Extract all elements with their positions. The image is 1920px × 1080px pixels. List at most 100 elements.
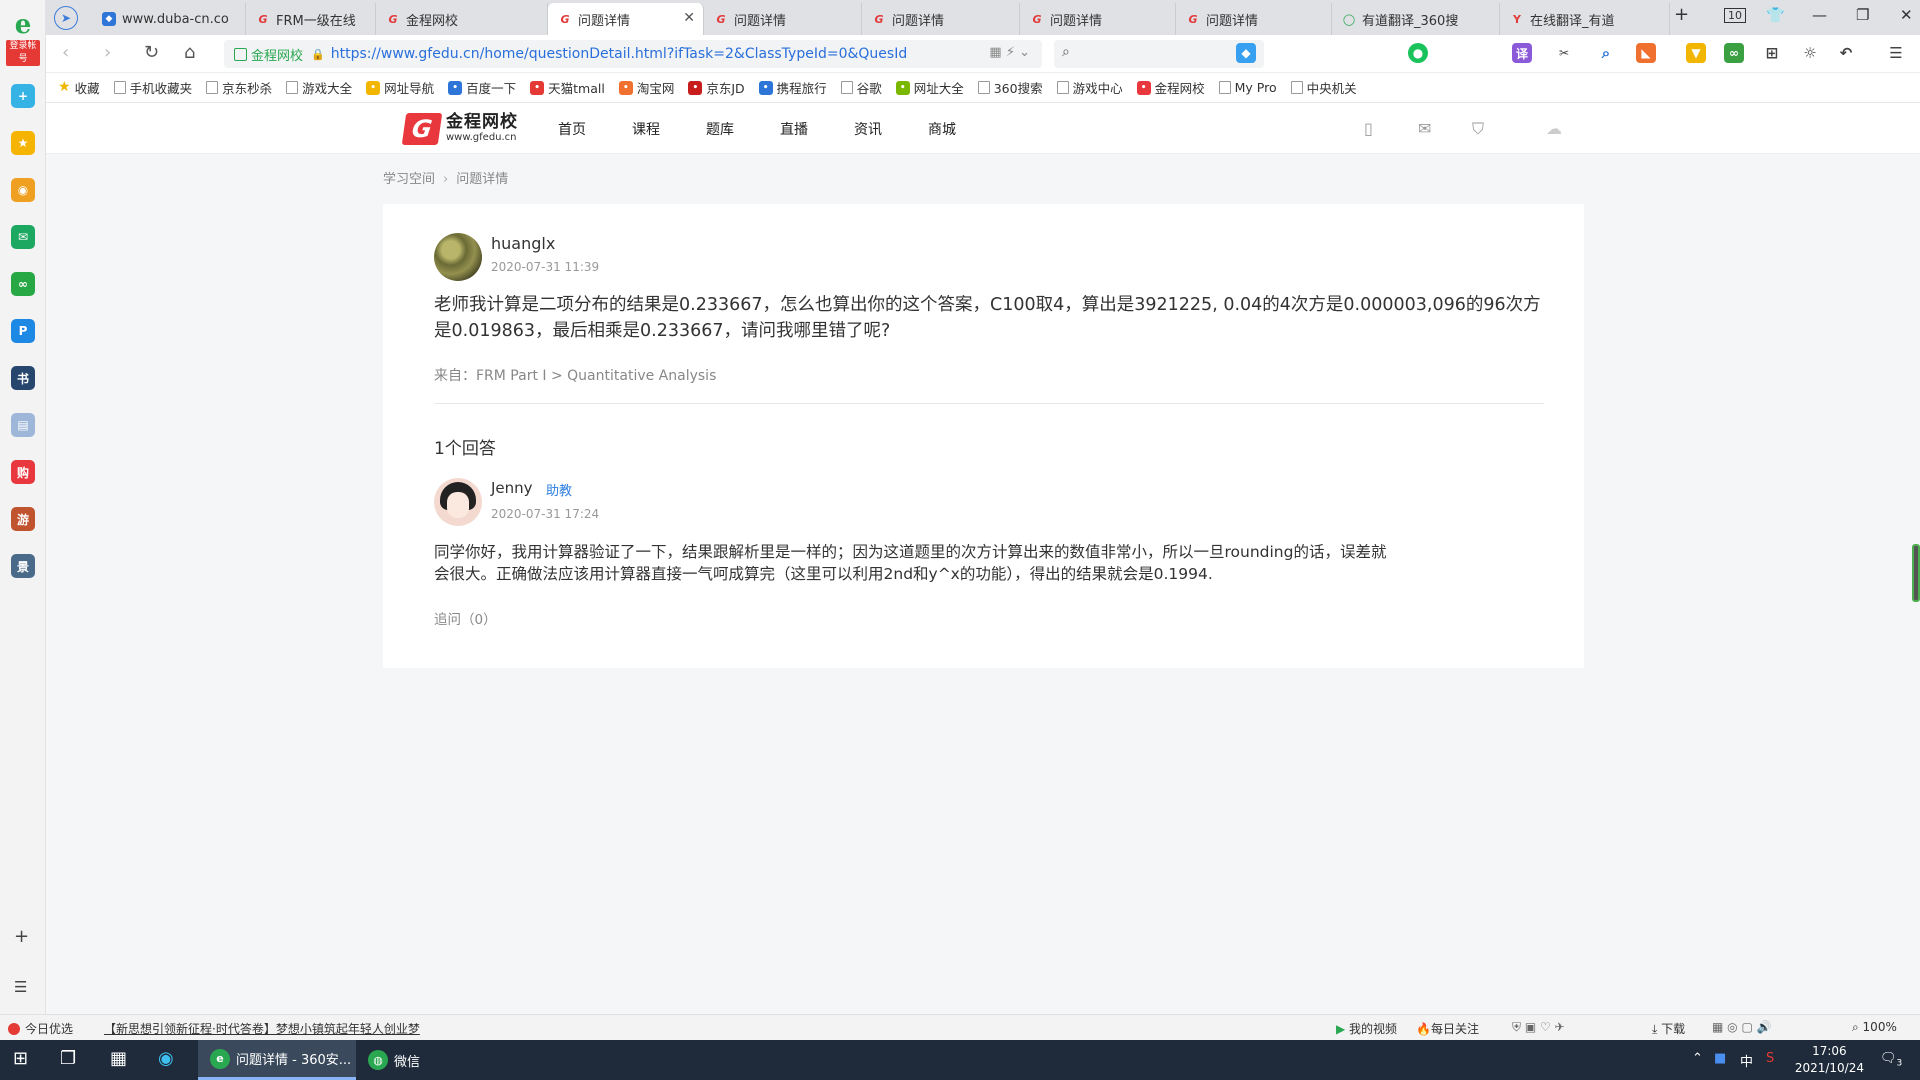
bookmark-item[interactable]: 360搜索	[977, 78, 1043, 97]
browser-tab[interactable]: G FRM一级在线	[246, 3, 376, 35]
browser-tab[interactable]: G 问题详情	[1020, 3, 1176, 35]
site-nav-item[interactable]: 题库	[706, 119, 734, 139]
my-videos-button[interactable]: ▶ 我的视频	[1336, 1020, 1397, 1037]
bookmark-item[interactable]: • 携程旅行	[758, 78, 827, 97]
bookmark-item[interactable]: • 京东JD	[688, 78, 745, 97]
followup-button[interactable]: 追问（0）	[434, 608, 497, 628]
add-sidebar-app-icon[interactable]: +	[14, 926, 29, 947]
cut-icon[interactable]: ✂	[1554, 43, 1574, 63]
user-avatar-icon[interactable]: ☁	[1546, 119, 1562, 138]
bookmark-item[interactable]: 手机收藏夹	[113, 78, 192, 97]
tab-count-button[interactable]: 10	[1724, 8, 1746, 23]
taskbar-app-browser[interactable]: e 问题详情 - 360安...	[198, 1040, 356, 1080]
login-account-button[interactable]: 登录帐号	[6, 40, 40, 66]
site-nav-item[interactable]: 商城	[928, 119, 956, 139]
book-app-icon[interactable]: 书	[11, 366, 35, 390]
answerer-avatar[interactable]	[434, 478, 482, 526]
search-input[interactable]: ⌕	[1054, 40, 1264, 68]
bookmark-item[interactable]: My Pro	[1218, 80, 1277, 95]
bookmark-item[interactable]: 中央机关	[1290, 78, 1357, 97]
scrollbar-thumb[interactable]	[1912, 544, 1920, 602]
zoom-level[interactable]: ⌕ 100%	[1852, 1020, 1897, 1035]
taskbar-app-wechat[interactable]: ◍ 微信	[356, 1040, 512, 1080]
translate-icon[interactable]: 译	[1512, 43, 1532, 63]
url-text[interactable]: https://www.gfedu.cn/home/questionDetail…	[331, 46, 906, 62]
apps-grid-icon[interactable]: ⊞	[1762, 43, 1782, 63]
undo-icon[interactable]: ↶	[1836, 43, 1856, 63]
notification-icon[interactable]: 🗨3	[1880, 1051, 1902, 1069]
vr-icon[interactable]: ∞	[1724, 43, 1744, 63]
browser-tab[interactable]: Y 在线翻译_有道	[1500, 3, 1670, 35]
asker-avatar[interactable]	[434, 233, 482, 281]
link-app-icon[interactable]: ∞	[11, 272, 35, 296]
game-app-icon[interactable]: 游	[11, 507, 35, 531]
home-button[interactable]: ⌂	[184, 42, 195, 63]
shirt-icon[interactable]: 👕	[1766, 6, 1785, 24]
news-ticker-link[interactable]: 【新思想引领新征程·时代答卷】梦想小镇筑起年轻人创业梦	[104, 1020, 420, 1037]
brightness-icon[interactable]: ☼	[1800, 43, 1820, 63]
bookmark-item[interactable]: 谷歌	[840, 78, 882, 97]
forward-button[interactable]: ›	[104, 42, 111, 63]
navigate-icon[interactable]: ➤	[54, 6, 78, 30]
weibo-app-icon[interactable]: ◉	[11, 178, 35, 202]
bookmark-item[interactable]: 游戏中心	[1056, 78, 1123, 97]
extension-icon[interactable]: ◆	[1236, 43, 1256, 63]
bookmark-item[interactable]: • 网址大全	[895, 78, 964, 97]
bookmark-item[interactable]: 京东秒杀	[206, 78, 272, 97]
green-status-icon[interactable]: ●	[1408, 43, 1428, 63]
red-app-icon[interactable]: 购	[11, 460, 35, 484]
bookmark-item[interactable]: • 淘宝网	[618, 78, 674, 97]
daily-follow-button[interactable]: 🔥每日关注	[1416, 1020, 1479, 1037]
bookmark-item[interactable]: • 百度一下	[448, 78, 516, 97]
breadcrumb-learning-space[interactable]: 学习空间	[383, 172, 435, 187]
reload-button[interactable]: ↻	[144, 42, 159, 63]
close-window-button[interactable]: ✕	[1900, 6, 1913, 24]
star-app-icon[interactable]: ★	[11, 131, 35, 155]
windows-start-icon[interactable]: ⊞	[13, 1048, 28, 1069]
site-nav-item[interactable]: 课程	[632, 119, 660, 139]
browser-tab[interactable]: G 金程网校	[376, 3, 548, 35]
today-picks-button[interactable]: 今日优选	[8, 1020, 73, 1037]
site-nav-item[interactable]: 直播	[780, 119, 808, 139]
browser-logo[interactable]: e 登录帐号	[6, 12, 40, 66]
site-identity-badge[interactable]: 金程网校	[234, 45, 303, 64]
browser-tab[interactable]: G 问题详情 ✕	[548, 3, 704, 35]
plus-app-icon[interactable]: +	[11, 84, 35, 108]
bookmark-item[interactable]: • 天猫tmall	[530, 78, 605, 97]
back-button[interactable]: ‹	[62, 42, 69, 63]
sogou-ime-icon[interactable]: S	[1766, 1051, 1774, 1066]
book-icon[interactable]: ▯	[1364, 119, 1373, 138]
mail-app-icon[interactable]: ✉	[11, 225, 35, 249]
browser-tab[interactable]: G 问题详情	[1176, 3, 1332, 35]
asker-name[interactable]: huanglx	[491, 234, 555, 253]
restore-button[interactable]: ❐	[1856, 6, 1869, 24]
game-icon[interactable]: ◣	[1636, 43, 1656, 63]
ime-indicator[interactable]: 中	[1740, 1051, 1753, 1070]
cart-icon[interactable]: ⛉	[1472, 119, 1484, 139]
browser-tab[interactable]: ◯ 有道翻译_360搜	[1332, 3, 1500, 35]
site-nav-item[interactable]: 首页	[558, 119, 586, 139]
scene-app-icon[interactable]: 景	[11, 554, 35, 578]
tray-chevron-icon[interactable]: ⌃	[1692, 1051, 1703, 1066]
bookmark-item[interactable]: ★ 收藏	[58, 78, 100, 97]
browser-tab[interactable]: G 问题详情	[862, 3, 1020, 35]
sidebar-menu-icon[interactable]: ☰	[14, 978, 27, 996]
site-logo[interactable]: G 金程网校 www.gfedu.cn	[401, 113, 518, 145]
shield-icon[interactable]: ▼	[1686, 43, 1706, 63]
edge-icon[interactable]: ◉	[158, 1048, 174, 1069]
question-source[interactable]: 来自：FRM Part I > Quantitative Analysis	[434, 365, 716, 385]
calculator-icon[interactable]: ▦	[110, 1048, 127, 1069]
status-tools-icons[interactable]: ⛨ ▣ ♡ ✈	[1512, 1020, 1565, 1035]
p-app-icon[interactable]: P	[11, 319, 35, 343]
bookmark-item[interactable]: • 网址导航	[366, 78, 434, 97]
task-view-icon[interactable]: ❐	[60, 1048, 76, 1069]
download-button[interactable]: ⤓ 下载	[1652, 1020, 1685, 1037]
message-icon[interactable]: ✉	[1418, 119, 1431, 138]
site-nav-item[interactable]: 资讯	[854, 119, 882, 139]
tab-close-icon[interactable]: ✕	[683, 10, 695, 26]
minimize-button[interactable]: —	[1812, 6, 1827, 24]
find-icon[interactable]: ⌕	[1596, 43, 1616, 63]
status-misc-icons[interactable]: ▦ ◎ ▢ 🔊	[1712, 1020, 1772, 1034]
browser-tab[interactable]: G 问题详情	[704, 3, 862, 35]
bookmark-item[interactable]: 游戏大全	[286, 78, 352, 97]
